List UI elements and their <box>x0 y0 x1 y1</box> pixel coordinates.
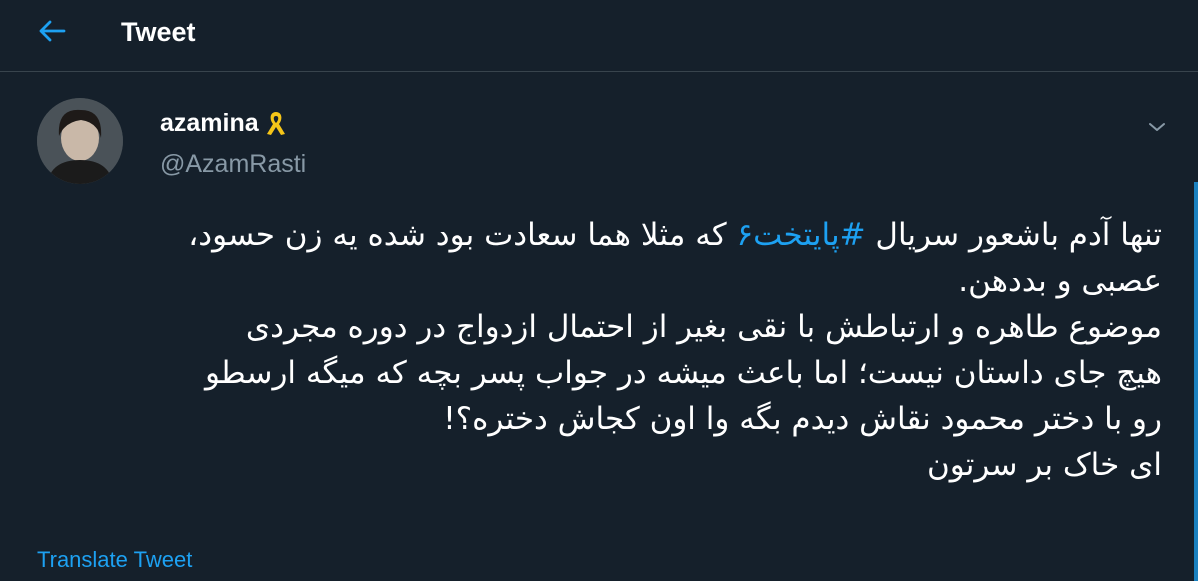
tweet-line: عصبی و بددهن. <box>958 263 1162 299</box>
chevron-down-icon <box>1148 118 1166 137</box>
page-title: Tweet <box>121 17 196 47</box>
top-bar: Tweet <box>0 0 1198 72</box>
tweet-line: تنها آدم باشعور سریال #پایتخت۶ که مثلا ه… <box>188 217 1162 253</box>
back-button[interactable] <box>28 12 76 54</box>
tweet-line: هیچ جای داستان نیست؛ اما باعث میشه در جو… <box>205 355 1162 391</box>
author-name[interactable]: azamina <box>160 107 288 139</box>
arrow-left-icon <box>38 19 66 47</box>
tweet-text: تنها آدم باشعور سریال #پایتخت۶ که مثلا ه… <box>32 212 1162 488</box>
tweet-line: موضوع طاهره و ارتباطش با نقی بغیر از احت… <box>245 309 1162 345</box>
tweet-line: رو با دختر محمود نقاش دیدم بگه وا اون کج… <box>443 401 1162 437</box>
translate-tweet-link[interactable]: Translate Tweet <box>37 546 192 574</box>
scrollbar[interactable] <box>1194 182 1198 581</box>
hashtag-link[interactable]: #پایتخت۶ <box>736 217 865 253</box>
yellow-ribbon-icon <box>264 109 288 137</box>
display-name-text: azamina <box>160 109 259 137</box>
author-handle[interactable]: @AzamRasti <box>160 148 306 180</box>
more-options-button[interactable] <box>1140 112 1174 142</box>
avatar[interactable] <box>37 98 123 184</box>
tweet-line: ای خاک بر سرتون <box>926 447 1162 483</box>
